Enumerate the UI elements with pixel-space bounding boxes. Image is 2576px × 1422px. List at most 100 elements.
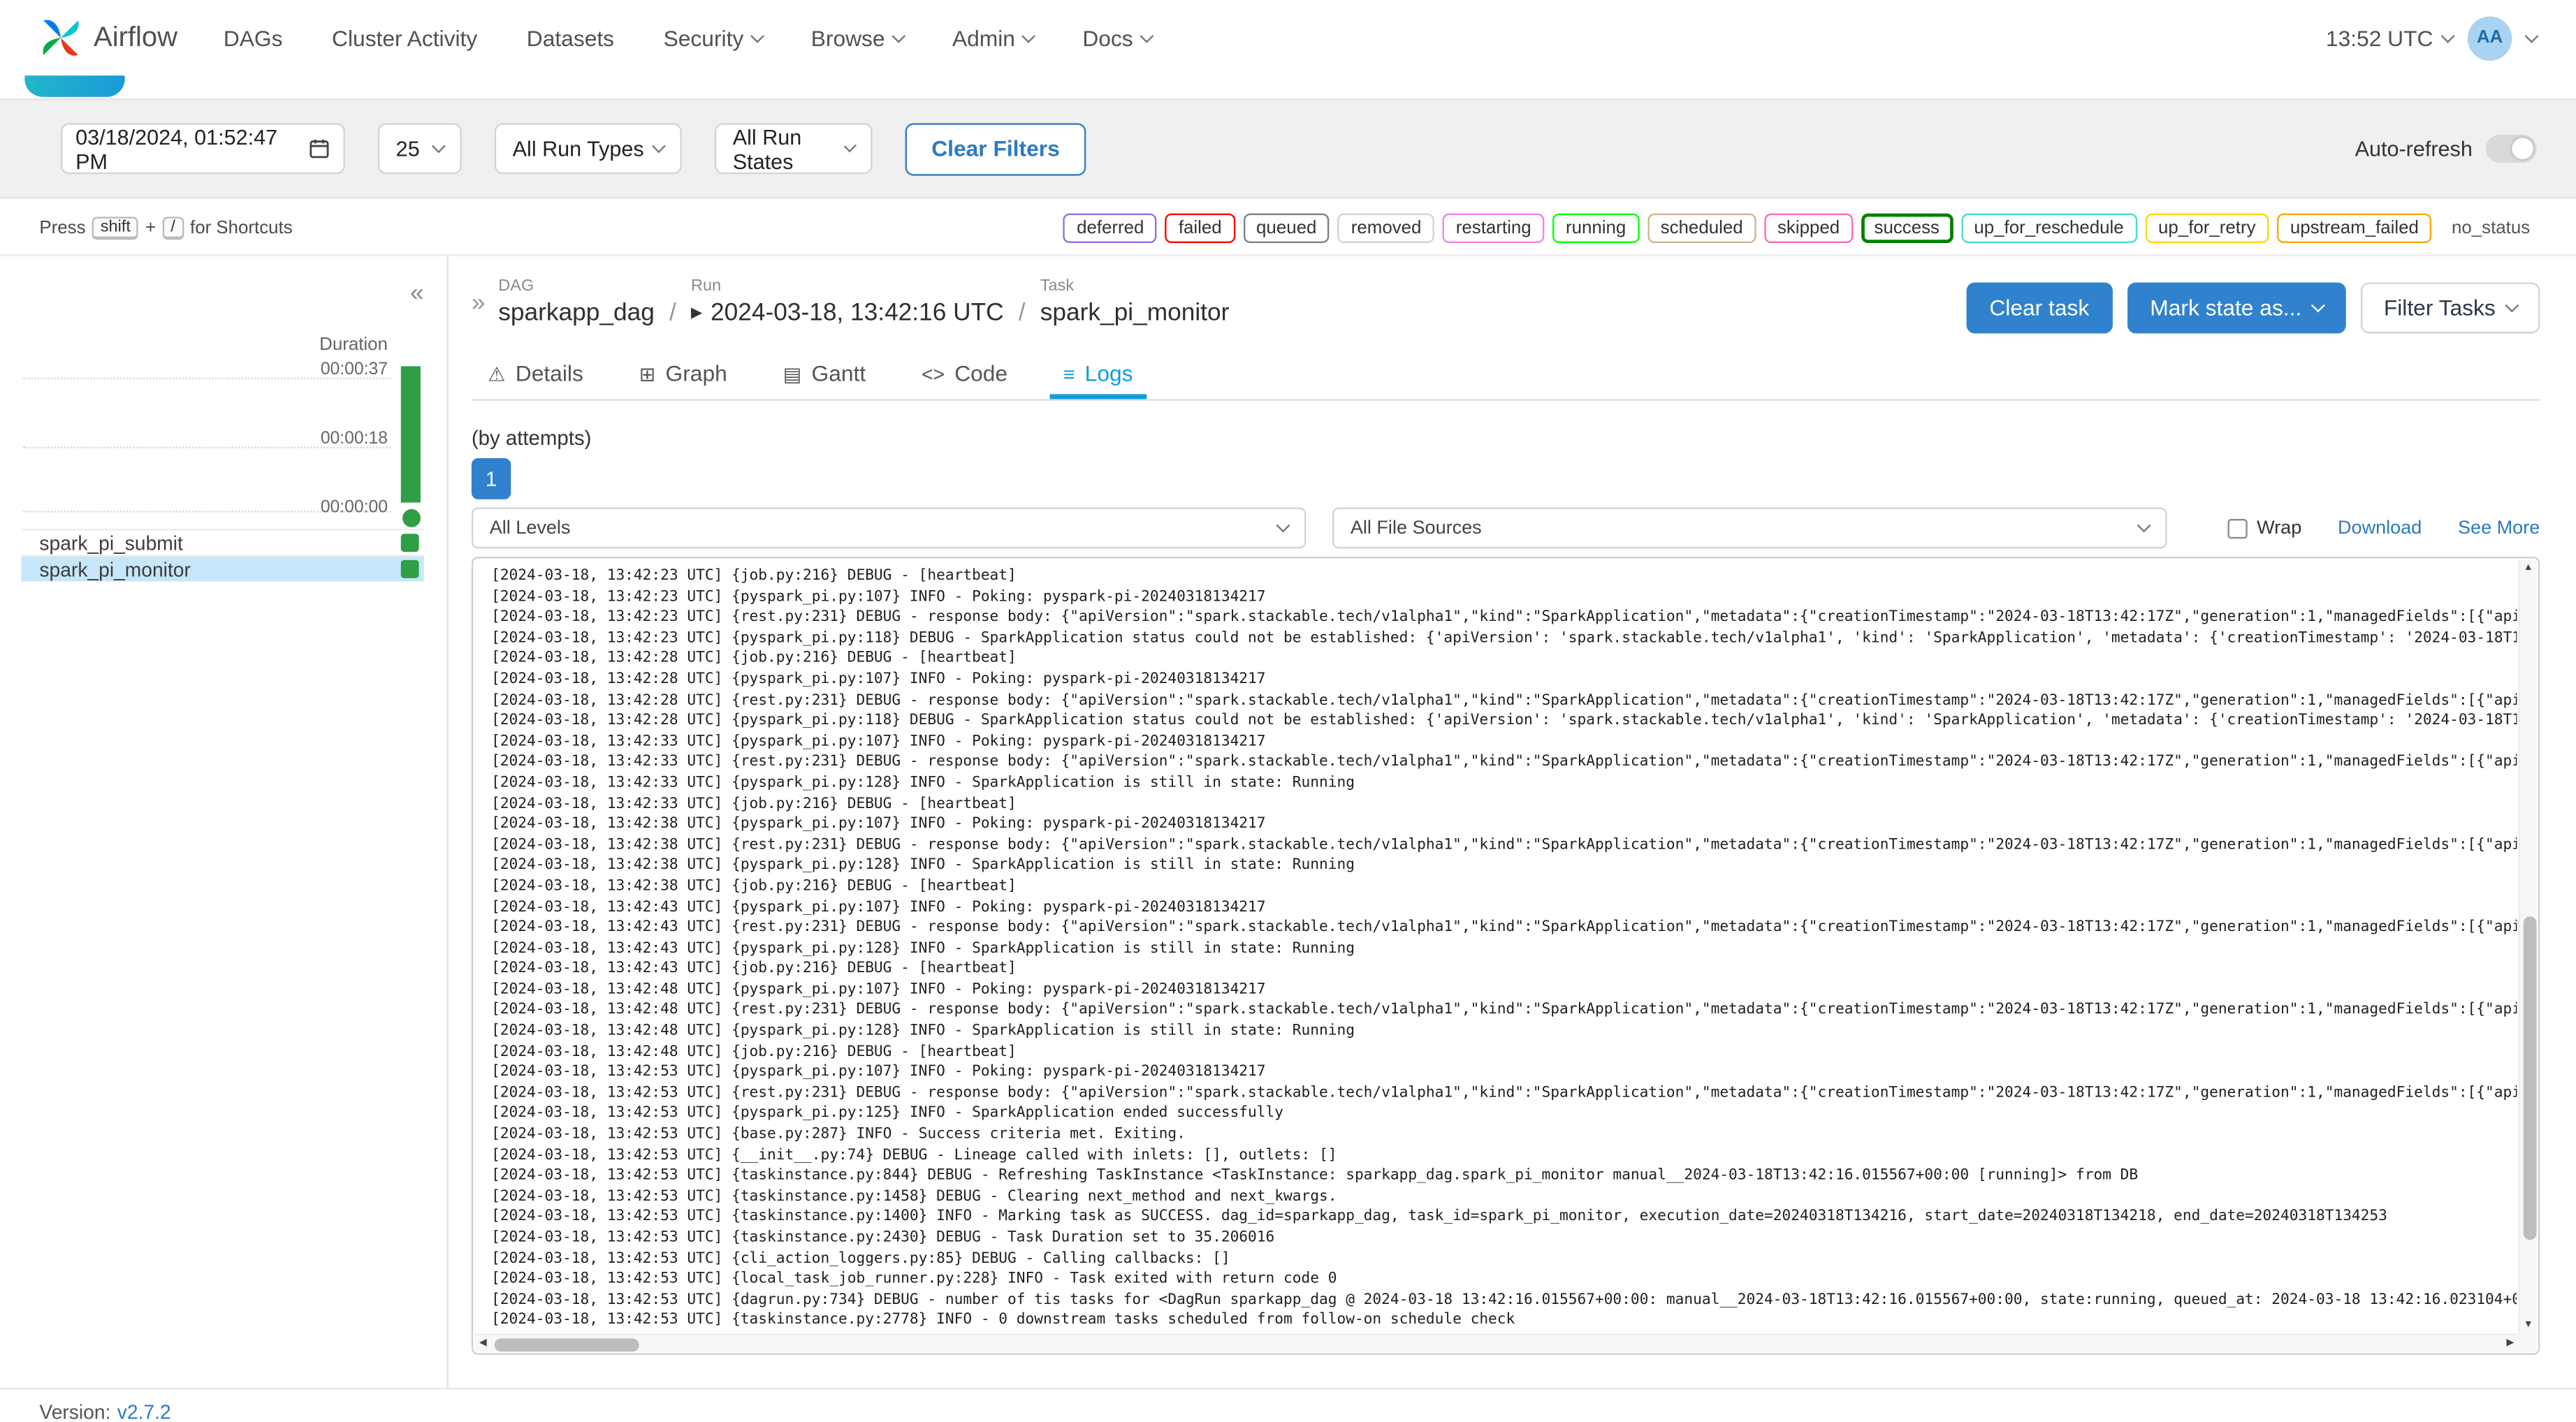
- version-link[interactable]: v2.7.2: [117, 1401, 171, 1422]
- chevron-down-icon: [2505, 298, 2519, 313]
- file-source-select[interactable]: All File Sources: [1332, 507, 2167, 549]
- run-date: 2024-03-18, 13:42:16 UTC: [711, 298, 1004, 327]
- tab[interactable]: ▤ Gantt: [770, 351, 879, 399]
- log-content[interactable]: [2024-03-18, 13:42:23 UTC] {job.py:216} …: [475, 560, 2517, 1332]
- state-badge[interactable]: skipped: [1764, 212, 1853, 242]
- log-line: [2024-03-18, 13:42:53 UTC] {pyspark_pi.p…: [491, 1064, 1266, 1081]
- task-instance-square[interactable]: [400, 559, 419, 578]
- state-badge[interactable]: running: [1552, 212, 1640, 242]
- nav-item[interactable]: Docs: [1082, 25, 1154, 50]
- run-types-select[interactable]: All Run Types: [494, 123, 682, 175]
- h-scroll-thumb[interactable]: [494, 1337, 639, 1351]
- task-row[interactable]: spark_pi_monitor: [21, 555, 424, 582]
- main-nav: DAGs Cluster Activity Datasets Security: [224, 25, 1154, 50]
- page-size-select[interactable]: 25: [377, 123, 462, 175]
- log-level-select[interactable]: All Levels: [471, 507, 1307, 549]
- horizontal-scrollbar[interactable]: ◀ ▶: [474, 1333, 2519, 1354]
- airflow-brand[interactable]: Airflow: [39, 17, 177, 59]
- state-badge[interactable]: up_for_retry: [2145, 212, 2269, 242]
- log-line: [2024-03-18, 13:42:48 UTC] {rest.py:231}…: [491, 1002, 2517, 1019]
- state-badge[interactable]: deferred: [1063, 212, 1158, 242]
- filter-tasks-button[interactable]: Filter Tasks: [2360, 282, 2540, 334]
- state-badge[interactable]: queued: [1243, 212, 1330, 242]
- run-state-indicator[interactable]: [402, 508, 421, 527]
- log-line: [2024-03-18, 13:42:38 UTC] {job.py:216} …: [491, 878, 1017, 895]
- log-line: [2024-03-18, 13:42:53 UTC] {base.py:287}…: [491, 1127, 1186, 1143]
- nav-item[interactable]: Security: [663, 25, 764, 50]
- log-line: [2024-03-18, 13:42:28 UTC] {pyspark_pi.p…: [491, 671, 1266, 689]
- log-line: [2024-03-18, 13:42:53 UTC] {dagrun.py:73…: [491, 1292, 2517, 1309]
- log-toolbar: All Levels All File Sources Wrap Downloa…: [471, 507, 2540, 549]
- breadcrumb-run-value[interactable]: ▶ 2024-03-18, 13:42:16 UTC: [691, 299, 1004, 327]
- chevron-down-icon: [1139, 28, 1154, 43]
- state-badge[interactable]: failed: [1165, 212, 1235, 242]
- nav-item[interactable]: Cluster Activity: [332, 25, 477, 50]
- chevron-down-icon: [1021, 28, 1035, 43]
- task-row[interactable]: spark_pi_submit: [21, 529, 424, 555]
- mark-state-button[interactable]: Mark state as...: [2127, 282, 2346, 334]
- clear-filters-button[interactable]: Clear Filters: [905, 122, 1086, 175]
- grid-panel: « Duration 00:00:37 00:00:18 00:00:00 sp…: [0, 256, 449, 1388]
- wrap-checkbox[interactable]: [2227, 518, 2248, 538]
- shortcut-text: Press: [39, 217, 86, 237]
- see-more-link[interactable]: See More: [2458, 518, 2540, 538]
- log-line: [2024-03-18, 13:42:53 UTC] {local_task_j…: [491, 1271, 1337, 1288]
- vertical-scrollbar[interactable]: ▲ ▼: [2518, 559, 2537, 1334]
- nav-item[interactable]: Datasets: [527, 25, 614, 50]
- state-badge[interactable]: removed: [1337, 212, 1435, 242]
- collapse-left-panel-icon[interactable]: «: [410, 279, 424, 307]
- log-line: [2024-03-18, 13:42:38 UTC] {pyspark_pi.p…: [491, 816, 1266, 833]
- attempt-1-button[interactable]: 1: [471, 458, 511, 499]
- nav-item-label: Admin: [952, 25, 1015, 50]
- tab[interactable]: ≡ Logs: [1050, 351, 1147, 400]
- nav-item[interactable]: DAGs: [224, 25, 283, 50]
- tab-label: Details: [515, 361, 583, 386]
- clock-label: 13:52 UTC: [2325, 25, 2433, 50]
- nav-item[interactable]: Browse: [811, 25, 905, 50]
- state-badge[interactable]: success: [1861, 212, 1953, 242]
- base-date-input[interactable]: 03/18/2024, 01:52:47 PM: [61, 123, 345, 175]
- tab[interactable]: <> Code: [908, 351, 1021, 399]
- log-line: [2024-03-18, 13:42:48 UTC] {job.py:216} …: [491, 1043, 1017, 1061]
- scroll-down-icon[interactable]: ▼: [2520, 1317, 2537, 1334]
- tab[interactable]: ⚠ Details: [475, 351, 597, 399]
- breadcrumb-dag-value[interactable]: sparkapp_dag: [498, 299, 655, 327]
- state-badge[interactable]: no_status: [2440, 214, 2542, 241]
- wrap-option[interactable]: Wrap: [2227, 518, 2301, 538]
- run-states-value: All Run States: [732, 124, 802, 174]
- state-badge[interactable]: scheduled: [1647, 212, 1756, 242]
- page-size-value: 25: [395, 136, 420, 161]
- state-badge[interactable]: upstream_failed: [2277, 212, 2432, 242]
- breadcrumb-task-value[interactable]: spark_pi_monitor: [1040, 299, 1230, 327]
- chevron-down-icon[interactable]: [2524, 28, 2539, 43]
- log-viewer: [2024-03-18, 13:42:23 UTC] {job.py:216} …: [471, 557, 2540, 1355]
- chevron-down-icon: [2311, 298, 2325, 313]
- tab-icon: ⊞: [639, 362, 656, 386]
- user-avatar[interactable]: AA: [2467, 15, 2512, 60]
- clear-task-button[interactable]: Clear task: [1966, 282, 2113, 334]
- filter-bar: 03/18/2024, 01:52:47 PM 25 All Run Types…: [0, 98, 2576, 199]
- scroll-right-icon[interactable]: ▶: [2502, 1335, 2519, 1354]
- scroll-left-icon[interactable]: ◀: [475, 1335, 492, 1354]
- tab[interactable]: ⊞ Graph: [626, 351, 741, 399]
- nav-item[interactable]: Admin: [952, 25, 1035, 50]
- log-line: [2024-03-18, 13:42:33 UTC] {pyspark_pi.p…: [491, 733, 1266, 751]
- auto-refresh-toggle[interactable]: [2485, 134, 2537, 163]
- download-link[interactable]: Download: [2338, 518, 2422, 538]
- v-scroll-thumb[interactable]: [2522, 916, 2536, 1241]
- task-instance-square[interactable]: [400, 534, 419, 552]
- run-states-select[interactable]: All Run States: [714, 123, 873, 175]
- breadcrumb-separator: /: [1018, 298, 1026, 327]
- duration-label: Duration: [319, 335, 388, 355]
- scroll-up-icon[interactable]: ▲: [2520, 560, 2537, 577]
- toggle-knob: [2512, 138, 2533, 160]
- nav-item-label: Security: [663, 25, 744, 50]
- expand-panel-icon[interactable]: »: [472, 289, 486, 317]
- filter-tasks-label: Filter Tasks: [2383, 295, 2496, 321]
- breadcrumb-task: Task spark_pi_monitor: [1040, 277, 1230, 327]
- state-badge[interactable]: up_for_reschedule: [1960, 212, 2137, 242]
- clock-dropdown[interactable]: 13:52 UTC: [2325, 25, 2455, 50]
- shift-key: shift: [92, 216, 139, 240]
- state-badge[interactable]: restarting: [1442, 212, 1545, 242]
- run-duration-bar[interactable]: [400, 366, 421, 503]
